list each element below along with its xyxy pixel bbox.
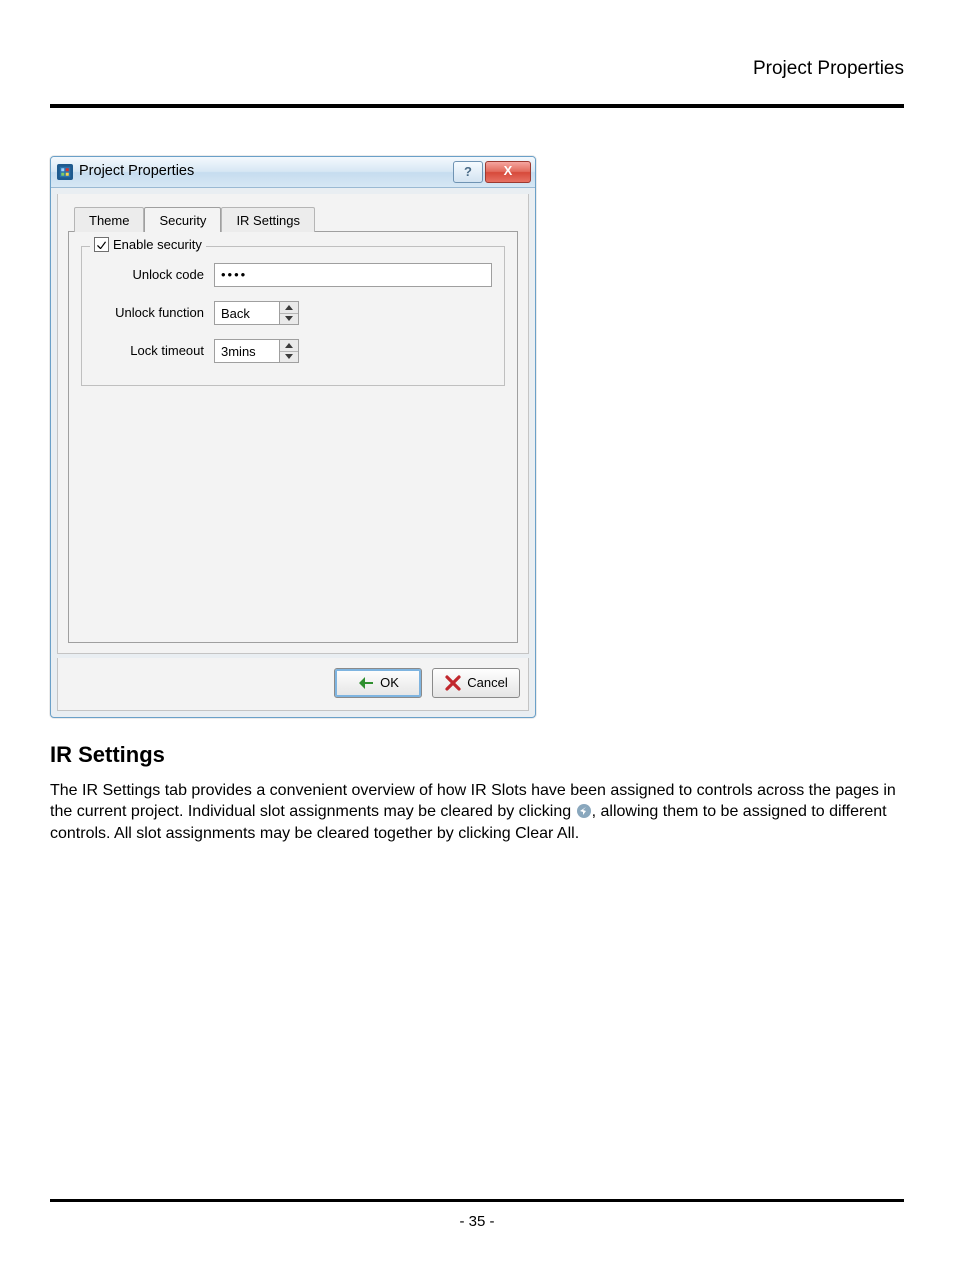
tab-security[interactable]: Security xyxy=(144,207,221,233)
cancel-button-label: Cancel xyxy=(467,674,507,692)
tab-ir-settings[interactable]: IR Settings xyxy=(221,207,315,233)
enable-security-label: Enable security xyxy=(113,236,202,254)
lock-timeout-stepper[interactable] xyxy=(280,339,299,363)
enable-security-checkbox[interactable] xyxy=(94,237,109,252)
tab-security-label: Security xyxy=(159,213,206,228)
ok-icon xyxy=(357,674,375,692)
cancel-button[interactable]: Cancel xyxy=(432,668,520,698)
lock-timeout-label: Lock timeout xyxy=(94,342,204,360)
dialog-titlebar: Project Properties ? X xyxy=(51,157,535,188)
unlock-code-value: •••• xyxy=(221,266,247,284)
help-icon: ? xyxy=(464,163,472,181)
enable-security-fieldset: Enable security Unlock code •••• Unlock … xyxy=(81,246,505,386)
unlock-code-label: Unlock code xyxy=(94,266,204,284)
tab-ir-label: IR Settings xyxy=(236,213,300,228)
dialog-help-button[interactable]: ? xyxy=(453,161,483,183)
unlock-function-label: Unlock function xyxy=(94,304,204,322)
lock-timeout-input[interactable] xyxy=(214,339,280,363)
dialog-screenshot: Project Properties ? X Theme xyxy=(50,156,904,719)
cancel-icon xyxy=(444,674,462,692)
ok-button[interactable]: OK xyxy=(334,668,422,698)
page-number: - 35 - xyxy=(0,1212,954,1232)
app-icon xyxy=(57,164,73,180)
unlock-function-stepper[interactable] xyxy=(280,301,299,325)
clear-slot-icon xyxy=(576,803,592,819)
chevron-down-icon xyxy=(280,313,298,325)
tab-theme-label: Theme xyxy=(89,213,129,228)
unlock-function-input[interactable] xyxy=(214,301,280,325)
dialog-title: Project Properties xyxy=(79,162,194,182)
chevron-up-icon xyxy=(280,340,298,351)
section-body: The IR Settings tab provides a convenien… xyxy=(50,780,904,845)
tab-theme[interactable]: Theme xyxy=(74,207,144,233)
chevron-down-icon xyxy=(280,351,298,363)
chevron-up-icon xyxy=(280,302,298,313)
dialog-tabs: Theme Security IR Settings xyxy=(74,206,518,232)
close-icon: X xyxy=(504,162,513,180)
dialog-close-button[interactable]: X xyxy=(485,161,531,183)
section-heading-ir-settings: IR Settings xyxy=(50,740,904,770)
header-rule xyxy=(50,104,904,108)
ok-button-label: OK xyxy=(380,674,399,692)
page-header-title: Project Properties xyxy=(50,56,904,82)
unlock-code-input[interactable]: •••• xyxy=(214,263,492,287)
tab-panel-security: Enable security Unlock code •••• Unlock … xyxy=(68,231,518,643)
footer-rule xyxy=(50,1199,904,1202)
